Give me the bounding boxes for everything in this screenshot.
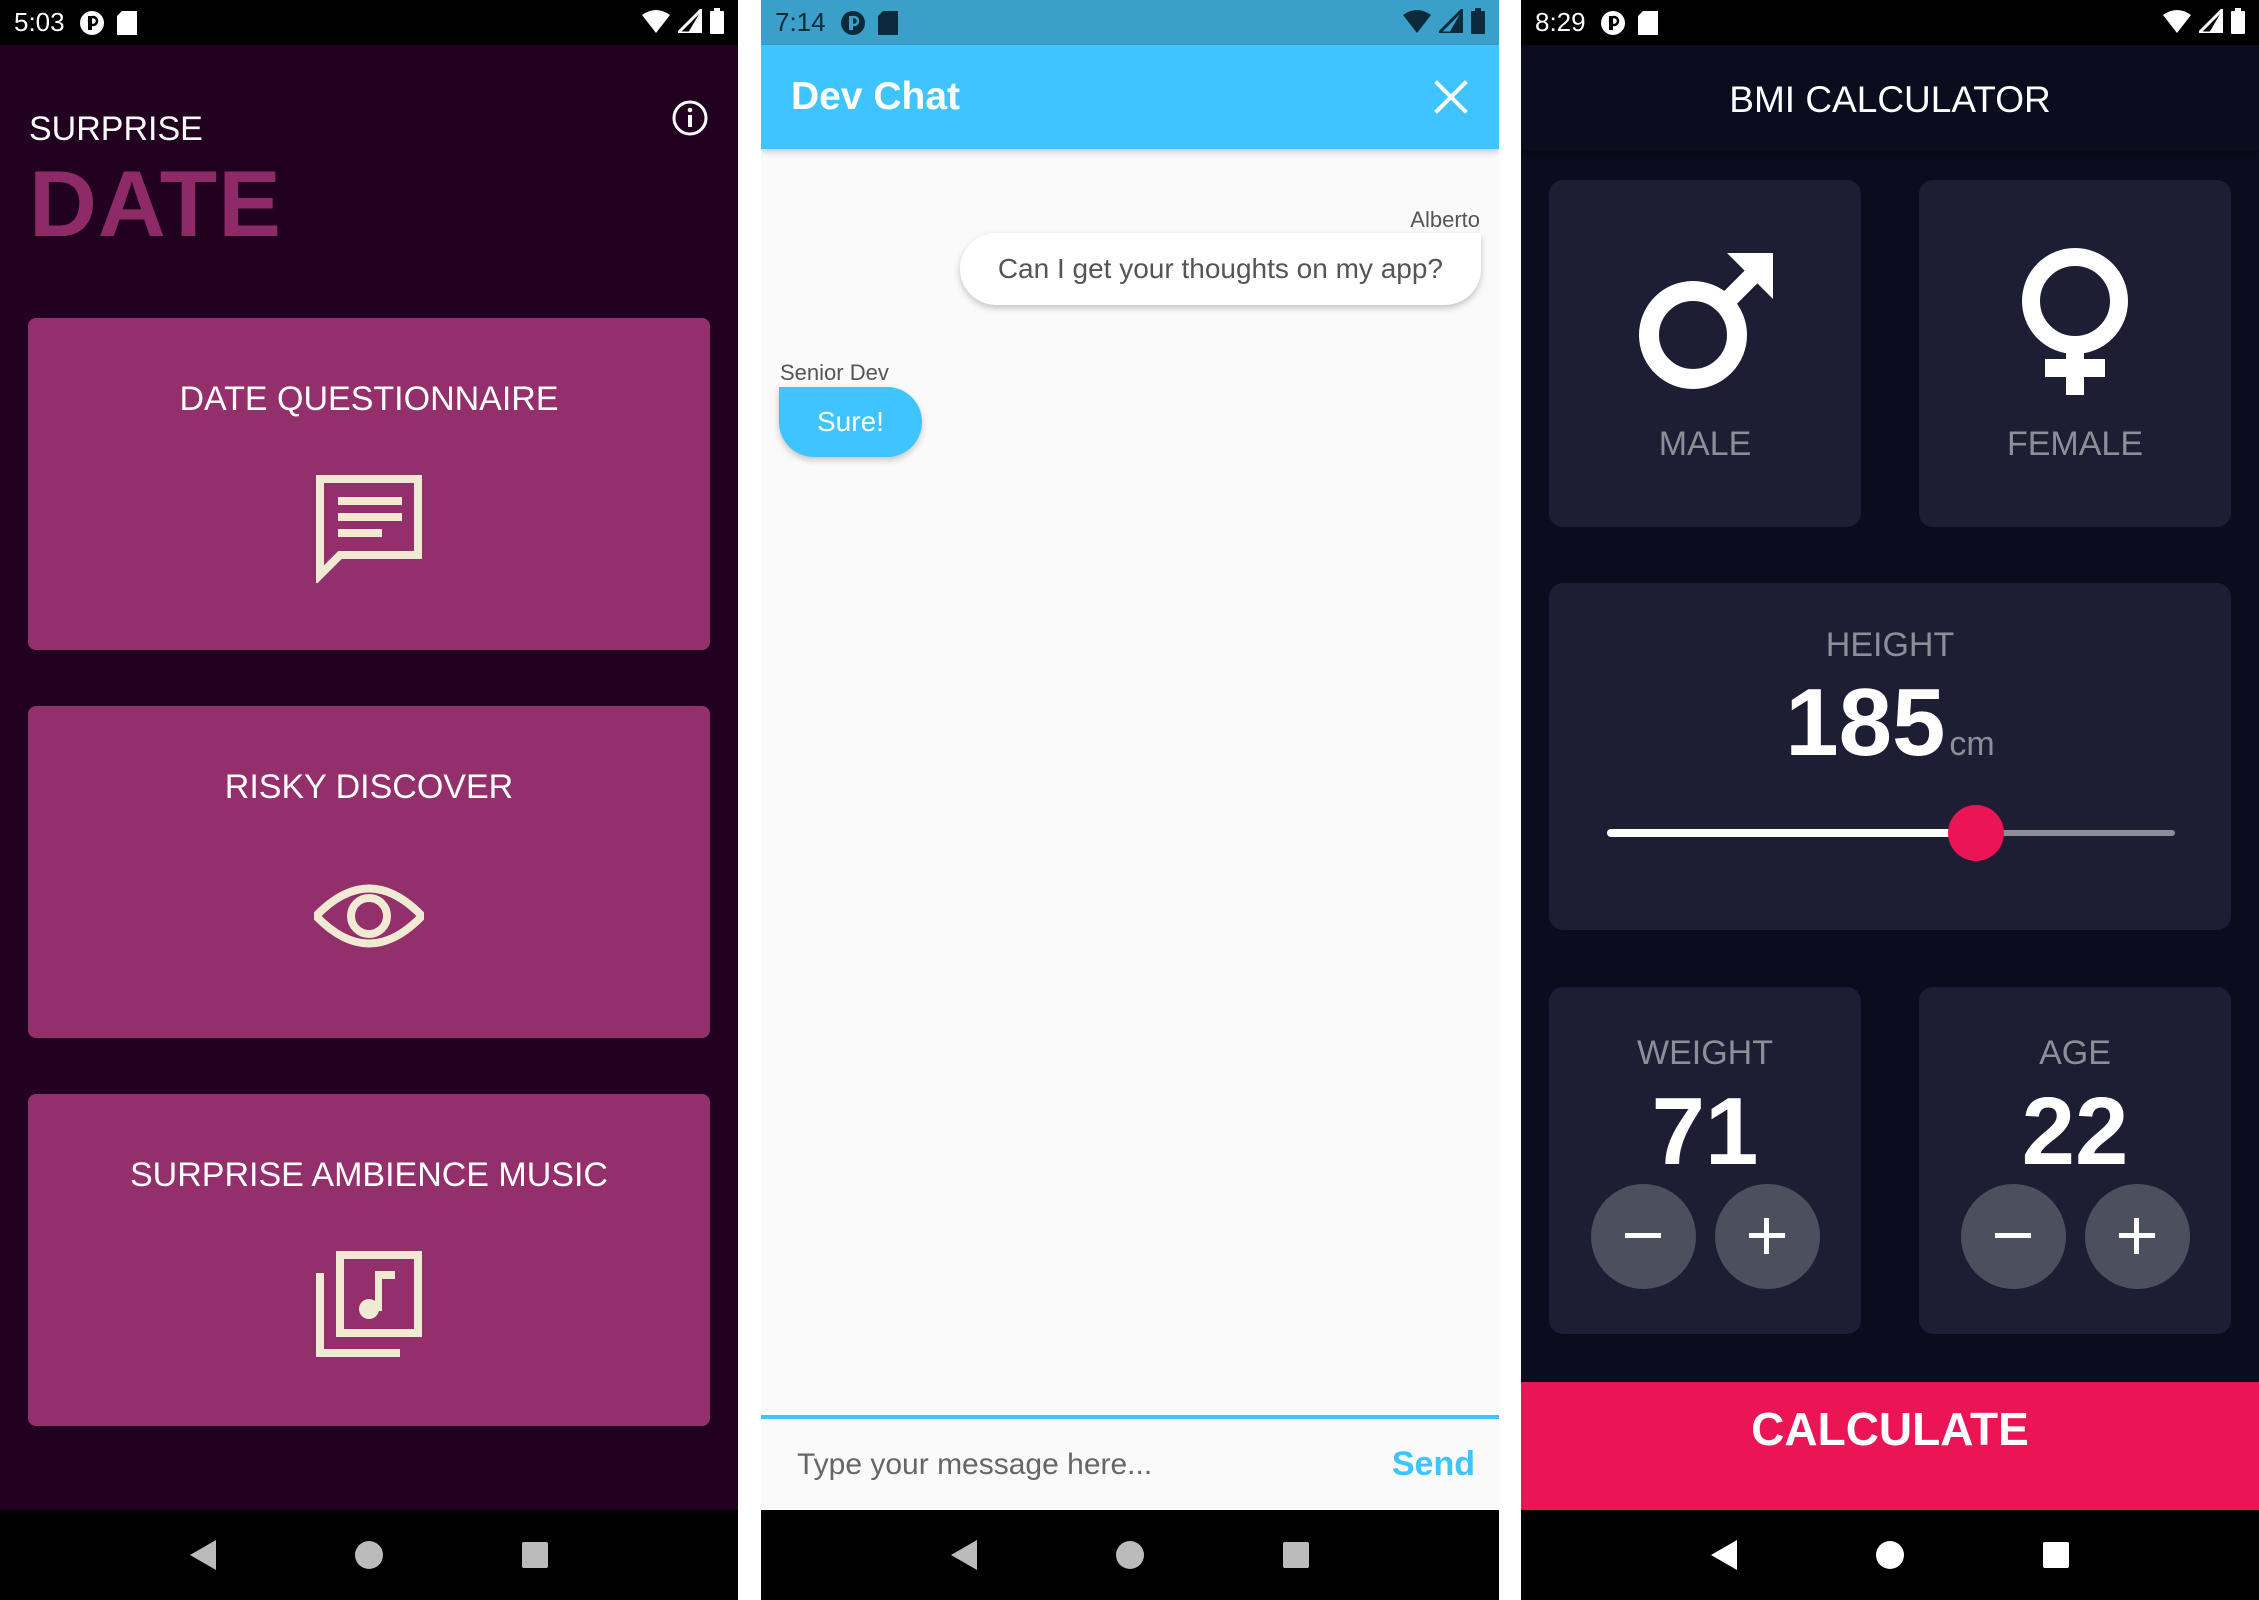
wifi-icon [642, 10, 670, 33]
height-card: HEIGHT 185 cm [1549, 583, 2231, 930]
status-bar: 5:03 [0, 0, 738, 45]
dev-chat-screen: 7:14 Dev Chat Alberto Can I get your tho… [761, 0, 1499, 1600]
age-decrement-button[interactable] [1961, 1184, 2066, 1289]
send-button[interactable]: Send [1392, 1445, 1475, 1484]
female-icon [2022, 248, 2128, 395]
minus-icon [1625, 1233, 1661, 1238]
recents-icon[interactable] [2041, 1540, 2071, 1570]
female-card[interactable]: FEMALE [1919, 180, 2231, 527]
card-title: DATE QUESTIONNAIRE [179, 380, 559, 418]
card-title: SURPRISE AMBIENCE MUSIC [130, 1156, 608, 1194]
age-card: AGE 22 [1919, 987, 2231, 1334]
status-bar: 8:29 [1521, 0, 2259, 45]
surprise-date-screen: 5:03 SURPRISE DATE DATE QUESTIONNAIRE RI… [0, 0, 738, 1600]
back-icon[interactable] [949, 1538, 979, 1572]
navigation-bar [1521, 1510, 2259, 1600]
app-bar: Dev Chat [761, 45, 1499, 149]
male-card[interactable]: MALE [1549, 180, 1861, 527]
surprise-ambience-music-card[interactable]: SURPRISE AMBIENCE MUSIC [28, 1094, 710, 1426]
input-divider [761, 1415, 1499, 1419]
message-sender: Senior Dev [780, 360, 889, 385]
navigation-bar [0, 1510, 738, 1600]
back-icon[interactable] [1709, 1538, 1739, 1572]
app-bar: BMI CALCULATOR [1521, 45, 2259, 150]
signal-icon [678, 9, 702, 33]
chat-message-icon [316, 475, 422, 583]
close-icon[interactable] [1433, 79, 1469, 115]
signal-icon [1439, 9, 1463, 33]
height-value: 185 cm [1549, 668, 2231, 778]
navigation-bar [761, 1510, 1499, 1600]
sd-card-icon [1637, 10, 1658, 35]
message-input[interactable] [797, 1430, 1337, 1500]
app-notification-icon [840, 10, 865, 35]
recents-icon[interactable] [1281, 1540, 1311, 1570]
minus-icon [1995, 1233, 2031, 1238]
message-sender: Alberto [1410, 207, 1480, 232]
age-value: 22 [2021, 1078, 2129, 1185]
wifi-icon [2163, 10, 2191, 33]
weight-value: 71 [1651, 1078, 1759, 1185]
app-notification-icon [79, 10, 104, 35]
slider-active-track [1607, 829, 1977, 837]
age-label: AGE [2039, 1034, 2111, 1072]
weight-card: WEIGHT 71 [1549, 987, 1861, 1334]
music-library-icon [316, 1251, 422, 1357]
height-number: 185 [1785, 669, 1946, 776]
message-bubble-received: Sure! [779, 387, 922, 457]
app-subtitle: SURPRISE [29, 110, 203, 148]
app-title: DATE [29, 151, 282, 256]
gender-label: FEMALE [2006, 425, 2144, 463]
risky-discover-card[interactable]: RISKY DISCOVER [28, 706, 710, 1038]
plus-icon [1749, 1218, 1785, 1254]
sd-card-icon [116, 10, 137, 35]
bmi-calculator-screen: 8:29 BMI CALCULATOR MALE FEMALE HEIGHT 1… [1521, 0, 2259, 1600]
age-increment-button[interactable] [2085, 1184, 2190, 1289]
home-icon[interactable] [1114, 1539, 1146, 1571]
message-bubble-sent: Can I get your thoughts on my app? [959, 233, 1481, 305]
page-title: BMI CALCULATOR [1729, 79, 2051, 120]
battery-icon [710, 8, 724, 34]
status-bar: 7:14 [761, 0, 1499, 45]
weight-increment-button[interactable] [1715, 1184, 1820, 1289]
date-questionnaire-card[interactable]: DATE QUESTIONNAIRE [28, 318, 710, 650]
height-label: HEIGHT [1825, 626, 1955, 664]
card-title: RISKY DISCOVER [224, 768, 514, 806]
home-icon[interactable] [1874, 1539, 1906, 1571]
recents-icon[interactable] [520, 1540, 550, 1570]
sd-card-icon [877, 10, 898, 35]
battery-icon [2231, 8, 2245, 34]
gender-label: MALE [1658, 425, 1752, 463]
signal-icon [2199, 9, 2223, 33]
status-time: 5:03 [14, 7, 65, 37]
chat-title: Dev Chat [791, 75, 961, 118]
eye-icon [314, 884, 424, 948]
battery-icon [1471, 8, 1485, 34]
weight-label: WEIGHT [1637, 1034, 1773, 1072]
info-icon[interactable] [670, 98, 710, 138]
app-notification-icon [1600, 10, 1625, 35]
calculate-button[interactable]: CALCULATE [1521, 1382, 2259, 1510]
male-icon [1639, 253, 1773, 389]
wifi-icon [1403, 10, 1431, 33]
weight-decrement-button[interactable] [1591, 1184, 1696, 1289]
back-icon[interactable] [188, 1538, 218, 1572]
slider-thumb[interactable] [1948, 805, 2005, 861]
home-icon[interactable] [353, 1539, 385, 1571]
height-slider[interactable] [1607, 805, 2175, 861]
plus-icon [2119, 1218, 2155, 1254]
height-unit: cm [1949, 725, 1995, 763]
status-time: 8:29 [1535, 7, 1586, 37]
status-time: 7:14 [775, 7, 826, 37]
calculate-label: CALCULATE [1751, 1403, 2029, 1455]
